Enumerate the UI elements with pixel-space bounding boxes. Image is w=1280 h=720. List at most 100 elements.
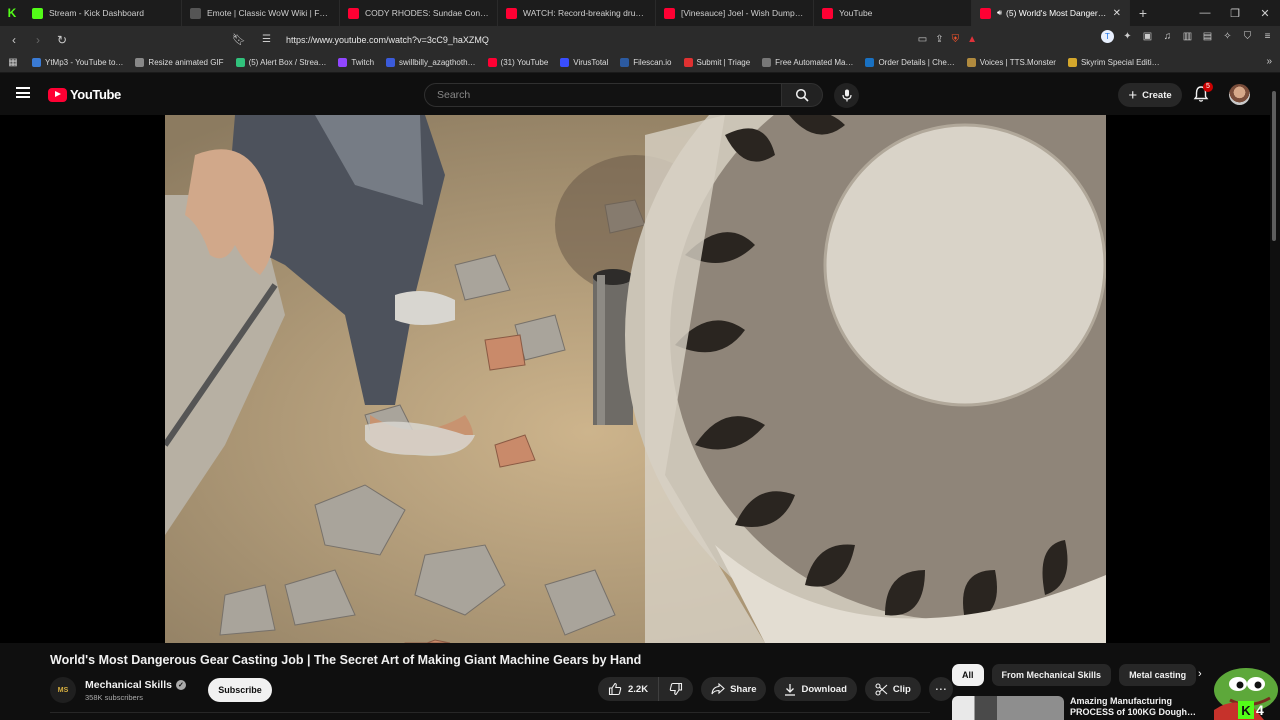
browser-toolbar: ‹ › ↻ 🔖︎ ☰ https://www.youtube.com/watch…: [0, 26, 1280, 53]
share-button[interactable]: Share: [701, 677, 767, 701]
site-settings-icon[interactable]: ☰: [262, 34, 276, 45]
extension-icons: T ✦ ▣ ♫ ▥ ▤ ✧ ⛉ ≡: [1101, 30, 1274, 43]
bookmark-item[interactable]: Order Details | Che…: [859, 58, 960, 67]
channel-name-row: Mechanical Skills ✓: [85, 679, 186, 691]
new-tab-button[interactable]: +: [1130, 5, 1156, 21]
share-label: Share: [730, 683, 757, 695]
more-actions-icon[interactable]: ⋯: [928, 677, 953, 701]
bookmark-item[interactable]: Submit | Triage: [678, 58, 757, 67]
browser-tab[interactable]: Emote | Classic WoW Wiki | Fandom: [182, 0, 340, 26]
tabs-container: Stream - Kick Dashboard Emote | Classic W…: [24, 0, 1130, 26]
bookmark-icon[interactable]: 🔖︎: [232, 33, 246, 46]
bookmark-item[interactable]: VirusTotal: [554, 58, 614, 67]
bookmark-favicon-icon: [865, 58, 875, 67]
download-button[interactable]: Download: [774, 677, 857, 701]
share-page-icon[interactable]: ⇪: [935, 34, 943, 45]
youtube-icon: [348, 7, 359, 19]
bookmark-item[interactable]: Skyrim Special Editi…: [1062, 58, 1166, 67]
bookmark-label: VirusTotal: [573, 58, 609, 67]
browser-tab[interactable]: [Vinesauce] Joel - Wish Dumpster D…: [656, 0, 814, 26]
filter-chip[interactable]: From Mechanical Skills: [991, 664, 1112, 686]
youtube-icon: [664, 7, 675, 19]
search-input[interactable]: [425, 84, 781, 106]
notifications-button[interactable]: 5: [1193, 82, 1213, 105]
browser-tab[interactable]: WATCH: Record-breaking drug load…: [498, 0, 656, 26]
thumbs-up-icon: [608, 682, 622, 696]
bookmark-label: Submit | Triage: [696, 58, 751, 67]
bookmark-item[interactable]: Free Automated Ma…: [756, 58, 859, 67]
more-bookmarks-icon[interactable]: »: [1266, 56, 1272, 67]
avatar[interactable]: [1229, 84, 1250, 105]
create-button[interactable]: + Create: [1118, 83, 1182, 107]
forward-icon[interactable]: ›: [28, 30, 48, 50]
vpn-icon[interactable]: ⛉: [1241, 30, 1254, 43]
bookmark-item[interactable]: Filescan.io: [614, 58, 677, 67]
subscribe-button[interactable]: Subscribe: [207, 678, 272, 702]
channel-avatar[interactable]: MS: [50, 677, 76, 703]
browser-tab[interactable]: CODY RHODES: Sundae Conversati…: [340, 0, 498, 26]
close-window-icon[interactable]: ✕: [1250, 0, 1280, 26]
divider: [50, 712, 930, 713]
brave-shield-icon[interactable]: ⛨: [952, 34, 960, 45]
sidebar-icon[interactable]: ▥: [1181, 30, 1194, 43]
scissors-icon: [875, 682, 888, 696]
youtube-icon: [980, 7, 991, 19]
voice-search-button[interactable]: [834, 83, 859, 108]
recommended-thumbnail[interactable]: [952, 696, 1064, 720]
bookmark-item[interactable]: (5) Alert Box / Strea…: [230, 58, 333, 67]
clip-button[interactable]: Clip: [864, 677, 921, 701]
screenshot-icon[interactable]: ▣: [1141, 30, 1154, 43]
page-scrollbar[interactable]: [1271, 85, 1277, 720]
search-button[interactable]: [781, 83, 823, 107]
bookmark-item[interactable]: (31) YouTube: [482, 58, 555, 67]
recommended-title[interactable]: Amazing Manufacturing PROCESS of 100KG D…: [1070, 696, 1198, 720]
minimize-icon[interactable]: —: [1190, 0, 1220, 26]
guide-menu-icon[interactable]: [16, 87, 30, 98]
reload-icon[interactable]: ↻: [52, 30, 72, 50]
kick-icon[interactable]: K: [0, 0, 24, 26]
browser-tab[interactable]: Stream - Kick Dashboard: [24, 0, 182, 26]
youtube-logo[interactable]: YouTube: [48, 87, 121, 102]
bookmarks-bar: ▦ YtMp3 - YouTube to… Resize animated GIF…: [0, 53, 1280, 73]
brave-rewards-icon[interactable]: ▲: [967, 34, 977, 45]
video-player[interactable]: [165, 115, 1106, 643]
browser-tab[interactable]: 🔊︎ (5) World's Most Dangerous… ✕: [972, 0, 1130, 26]
filter-chip[interactable]: All: [952, 664, 984, 686]
kick-icon: [32, 7, 43, 19]
like-count: 2.2K: [628, 683, 649, 695]
video-actions: 2.2K Share Download Clip ⋯: [598, 677, 953, 701]
apps-grid-icon[interactable]: ▦: [0, 57, 26, 68]
bookmark-item[interactable]: Twitch: [332, 58, 380, 67]
install-app-icon[interactable]: ▭: [918, 34, 927, 45]
bookmark-item[interactable]: Resize animated GIF: [129, 58, 229, 67]
download-label: Download: [801, 683, 847, 695]
url-text[interactable]: https://www.youtube.com/watch?v=3cC9_haX…: [286, 35, 489, 45]
close-tab-icon[interactable]: ✕: [1113, 8, 1121, 19]
scrollbar-thumb[interactable]: [1272, 91, 1276, 241]
wallet-icon[interactable]: ▤: [1201, 30, 1214, 43]
related-filter-chips: All From Mechanical Skills Metal casting: [952, 664, 1197, 686]
music-icon[interactable]: ♫: [1161, 30, 1174, 43]
bookmark-item[interactable]: Voices | TTS.Monster: [961, 58, 1062, 67]
back-icon[interactable]: ‹: [4, 30, 24, 50]
bookmark-item[interactable]: swillbilly_azagthoth…: [380, 58, 481, 67]
kick-count: 4: [1256, 702, 1264, 718]
chevron-right-icon[interactable]: ›: [1198, 668, 1202, 680]
channel-meta: Mechanical Skills ✓ 358K subscribers: [85, 679, 186, 702]
menu-icon[interactable]: ≡: [1261, 30, 1274, 43]
leo-ai-icon[interactable]: ✧: [1221, 30, 1234, 43]
bookmark-item[interactable]: YtMp3 - YouTube to…: [26, 58, 129, 67]
extensions-icon[interactable]: ✦: [1121, 30, 1134, 43]
bookmark-favicon-icon: [683, 58, 693, 67]
like-button[interactable]: 2.2K: [598, 677, 660, 701]
fandom-icon: [190, 7, 201, 19]
browser-tab[interactable]: YouTube: [814, 0, 972, 26]
filter-chip[interactable]: Metal casting: [1119, 664, 1197, 686]
channel-name[interactable]: Mechanical Skills: [85, 679, 172, 691]
dislike-button[interactable]: [659, 677, 693, 701]
bookmark-label: Twitch: [351, 58, 375, 67]
restore-icon[interactable]: ❐: [1220, 0, 1250, 26]
translate-icon[interactable]: T: [1101, 30, 1114, 43]
audio-playing-icon[interactable]: 🔊︎: [997, 8, 1002, 18]
address-bar[interactable]: 🔖︎ ☰ https://www.youtube.com/watch?v=3cC…: [232, 30, 977, 49]
